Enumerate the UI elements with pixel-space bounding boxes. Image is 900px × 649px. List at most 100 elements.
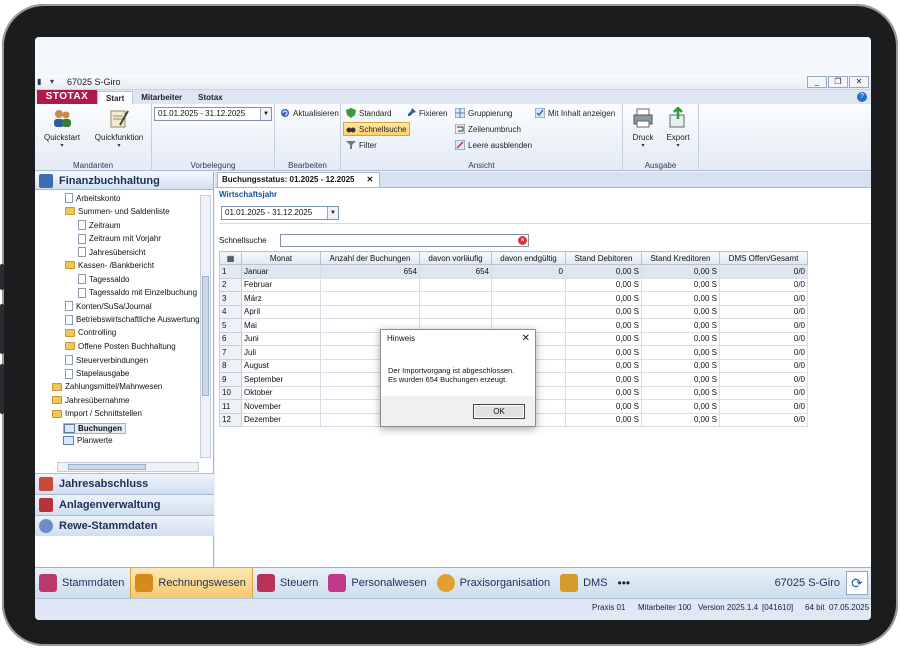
tree-item[interactable]: Offene Posten Buchhaltung [65, 342, 176, 351]
table-cell[interactable]: 0/0 [719, 331, 808, 346]
quick-access-dropdown-icon[interactable]: ▾ [50, 77, 60, 87]
minimize-button[interactable]: _ [807, 76, 827, 88]
table-cell[interactable]: 0,00 S [565, 277, 642, 292]
table-cell[interactable]: 0/0 [719, 372, 808, 387]
table-cell[interactable]: 0/0 [719, 318, 808, 333]
table-cell[interactable]: 0,00 S [641, 291, 720, 306]
column-header[interactable]: davon vorläufig [419, 251, 492, 265]
table-cell[interactable] [320, 291, 420, 306]
restore-button[interactable]: ❐ [828, 76, 848, 88]
help-icon[interactable]: ? [857, 92, 867, 102]
tree-item-selected[interactable]: Buchungen [63, 422, 126, 434]
table-cell[interactable]: 0/0 [719, 264, 808, 279]
period-select[interactable]: 01.01.2025 - 31.12.2025 ▼ [154, 107, 272, 121]
wirtschaftsjahr-select[interactable]: 01.01.2025 - 31.12.2025 ▼ [221, 206, 339, 220]
table-cell[interactable]: 0,00 S [565, 358, 642, 373]
tab-mitarbeiter[interactable]: Mitarbeiter [133, 91, 190, 104]
table-cell[interactable]: 0,00 S [565, 399, 642, 414]
row-number[interactable]: 3 [219, 291, 242, 306]
table-cell[interactable]: 0,00 S [641, 318, 720, 333]
table-cell[interactable]: 0,00 S [565, 331, 642, 346]
table-cell[interactable]: 0 [491, 264, 566, 279]
table-row[interactable]: 3 März 0,00 S 0,00 S 0/0 [219, 291, 808, 306]
table-row[interactable]: 1 Januar 654 654 0 0,00 S 0,00 S 0/0 [219, 264, 808, 279]
table-cell[interactable]: 0,00 S [641, 277, 720, 292]
table-row[interactable]: 4 April 0,00 S 0,00 S 0/0 [219, 304, 808, 319]
table-cell[interactable]: 0,00 S [641, 399, 720, 414]
zeilenumbruch-button[interactable]: Zeilenumbruch [453, 123, 523, 135]
row-number[interactable]: 2 [219, 277, 242, 292]
table-cell[interactable]: November [241, 399, 321, 414]
module-praxisorganisation[interactable]: Praxisorganisation [433, 568, 557, 599]
leere-ausblenden-button[interactable]: Leere ausblenden [453, 139, 534, 151]
column-header[interactable]: Monat [241, 251, 321, 265]
tab-stotax[interactable]: Stotax [190, 91, 230, 104]
table-cell[interactable]: 0/0 [719, 304, 808, 319]
module-rechnungswesen[interactable]: Rechnungswesen [130, 567, 253, 599]
table-cell[interactable]: 0,00 S [641, 331, 720, 346]
export-button[interactable]: Export ▾ [663, 106, 693, 149]
tab-buchungsstatus[interactable]: Buchungsstatus: 01.2025 - 12.2025 ✕ [217, 172, 381, 187]
table-cell[interactable]: 0,00 S [565, 304, 642, 319]
close-icon[interactable]: ✕ [522, 330, 530, 348]
table-cell[interactable]: 0,00 S [565, 318, 642, 333]
table-cell[interactable]: 0,00 S [565, 291, 642, 306]
table-cell[interactable] [491, 291, 566, 306]
column-header[interactable]: Anzahl der Buchungen [320, 251, 420, 265]
tree-item[interactable]: Controlling [65, 328, 116, 337]
scroll-thumb[interactable] [202, 276, 209, 396]
row-number[interactable]: 9 [219, 372, 242, 387]
mit-inhalt-anzeigen-button[interactable]: Mit Inhalt anzeigen [533, 107, 617, 119]
table-cell[interactable]: 0,00 S [641, 358, 720, 373]
table-cell[interactable]: 0,00 S [641, 304, 720, 319]
table-cell[interactable]: 0,00 S [641, 372, 720, 387]
row-number[interactable]: 8 [219, 358, 242, 373]
filter-button[interactable]: Filter [344, 139, 379, 151]
row-number[interactable]: 5 [219, 318, 242, 333]
table-row[interactable]: 2 Februar 0,00 S 0,00 S 0/0 [219, 277, 808, 292]
tree-item[interactable]: Betriebswirtschaftliche Auswertung [65, 314, 200, 325]
tree-item[interactable]: Stapelausgabe [65, 368, 129, 379]
chevron-down-icon[interactable]: ▼ [327, 207, 338, 219]
table-cell[interactable]: Januar [241, 264, 321, 279]
tree-item[interactable]: Zahlungsmittel/Mahnwesen [52, 382, 162, 391]
grid-settings-icon[interactable]: ▦ [219, 251, 242, 265]
table-cell[interactable]: 0/0 [719, 385, 808, 400]
table-cell[interactable]: 0/0 [719, 358, 808, 373]
table-cell[interactable] [419, 304, 492, 319]
tree-item[interactable]: Steuerverbindungen [65, 355, 148, 365]
nav-section-anlagenverwaltung[interactable]: Anlagenverwaltung [35, 494, 214, 515]
gruppierung-button[interactable]: Gruppierung [453, 107, 514, 119]
table-cell[interactable]: 0,00 S [641, 412, 720, 427]
more-modules-button[interactable]: ••• [618, 576, 631, 590]
tree-vertical-scrollbar[interactable] [200, 195, 211, 458]
aktualisieren-button[interactable]: Aktualisieren [278, 107, 341, 119]
table-cell[interactable]: 0,00 S [641, 385, 720, 400]
table-cell[interactable]: 0/0 [719, 399, 808, 414]
schnellsuche-button[interactable]: Schnellsuche [343, 122, 410, 136]
row-number[interactable]: 7 [219, 345, 242, 360]
table-cell[interactable]: März [241, 291, 321, 306]
table-cell[interactable]: 0/0 [719, 291, 808, 306]
row-number[interactable]: 4 [219, 304, 242, 319]
tree-item[interactable]: Summen- und Saldenliste [65, 207, 170, 216]
table-cell[interactable]: August [241, 358, 321, 373]
table-cell[interactable]: 0,00 S [565, 345, 642, 360]
table-cell[interactable] [491, 304, 566, 319]
tab-start[interactable]: Start [97, 91, 134, 104]
table-cell[interactable] [419, 277, 492, 292]
column-header[interactable]: DMS Offen/Gesamt [719, 251, 808, 265]
stotax-logo[interactable]: STOTAX [37, 90, 97, 104]
row-number[interactable]: 1 [219, 264, 242, 279]
tree-item[interactable]: Import / Schnittstellen [52, 409, 142, 418]
row-number[interactable]: 6 [219, 331, 242, 346]
nav-section-rewe-stammdaten[interactable]: Rewe-Stammdaten [35, 515, 214, 536]
table-cell[interactable]: April [241, 304, 321, 319]
table-cell[interactable]: 0,00 S [565, 372, 642, 387]
druck-button[interactable]: Druck ▾ [629, 107, 657, 149]
table-cell[interactable]: Dezember [241, 412, 321, 427]
table-cell[interactable] [320, 277, 420, 292]
fixieren-button[interactable]: Fixieren [404, 107, 449, 119]
close-tab-icon[interactable]: ✕ [367, 173, 374, 187]
table-cell[interactable]: Februar [241, 277, 321, 292]
